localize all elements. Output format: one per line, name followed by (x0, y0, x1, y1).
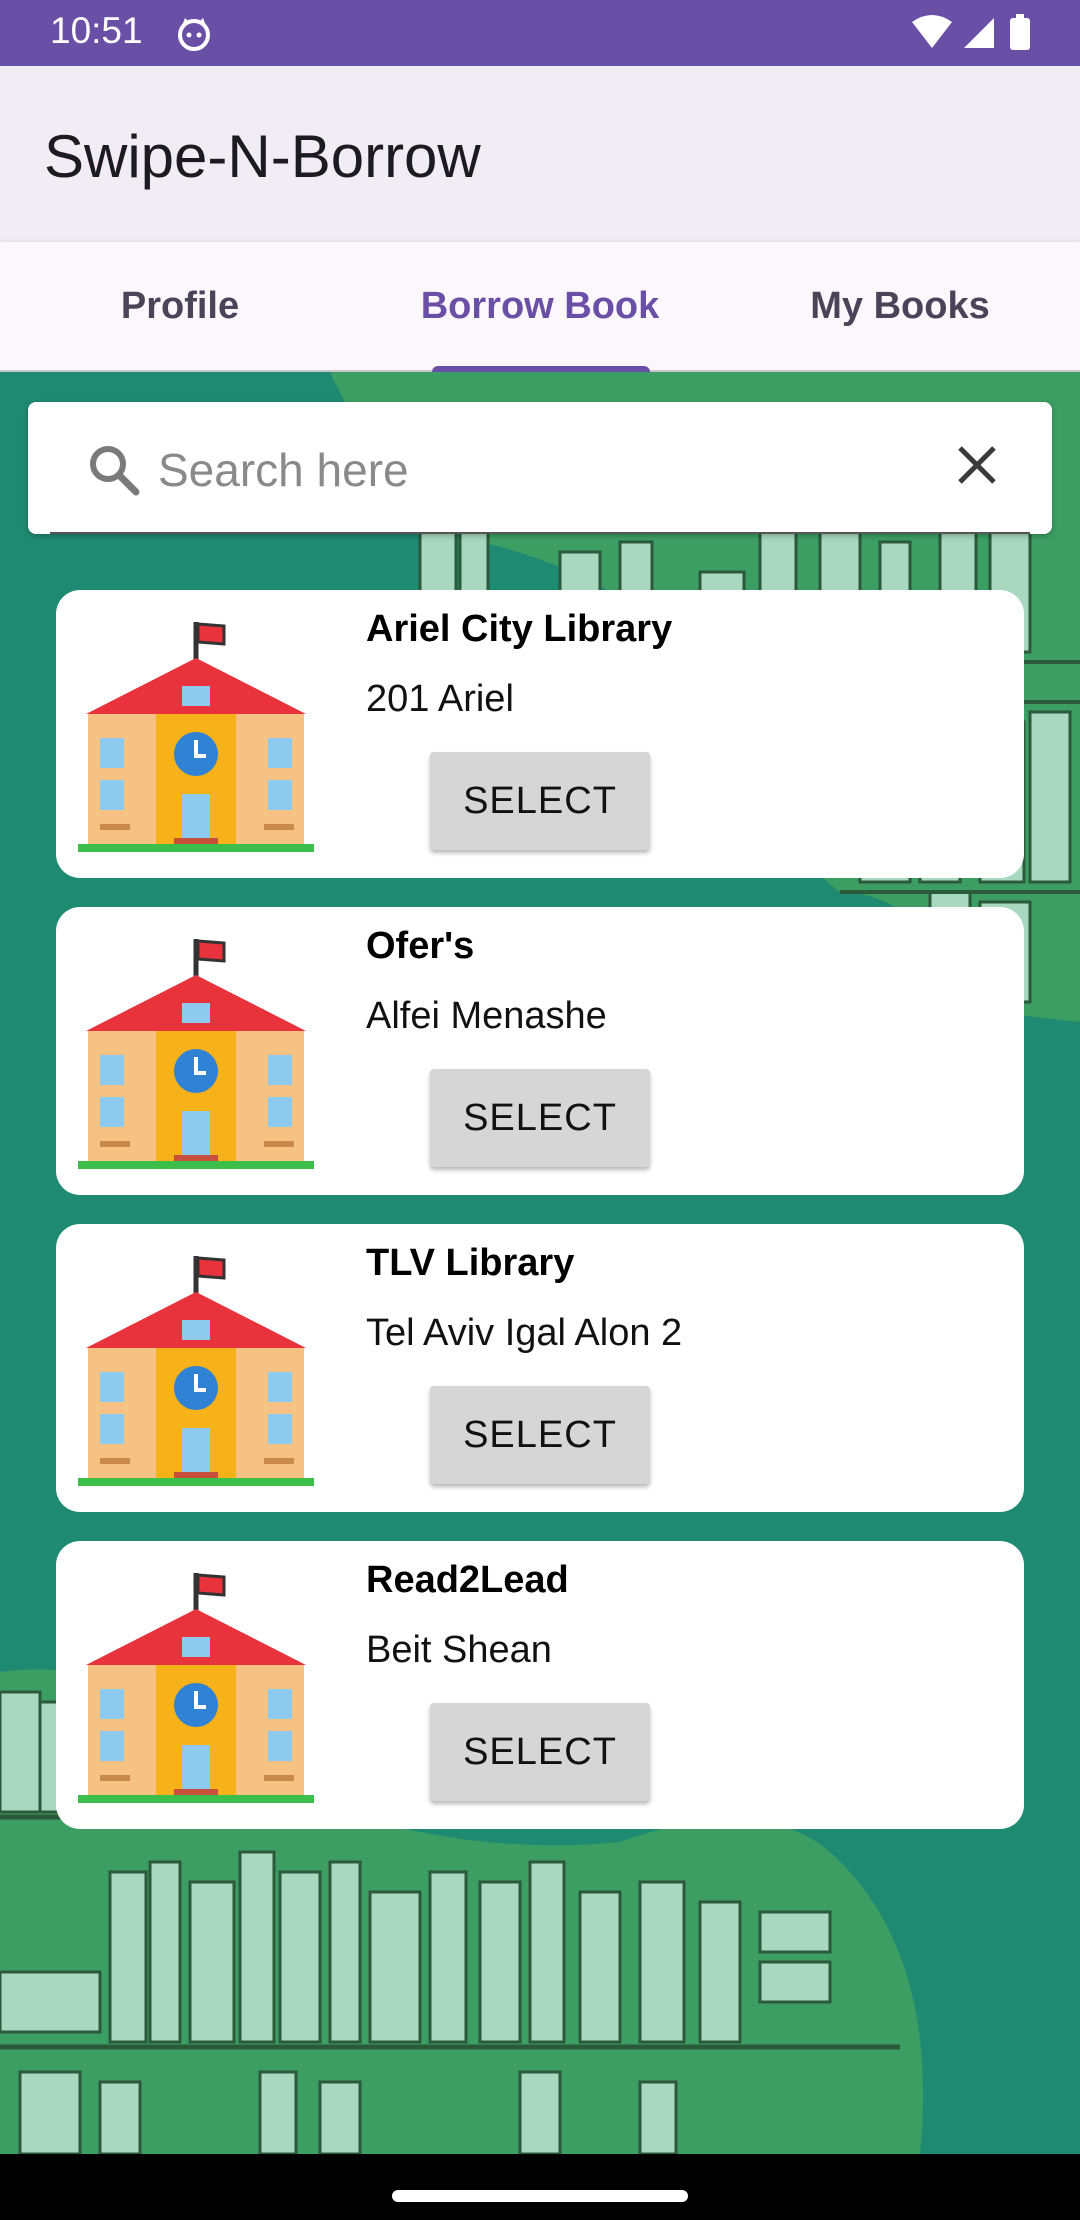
library-building-icon (78, 1565, 314, 1805)
app-bar: Swipe-N-Borrow (0, 66, 1080, 242)
library-card: TLV Library Tel Aviv Igal Alon 2 SELECT (56, 1224, 1024, 1512)
library-building-icon (78, 1248, 314, 1488)
library-card: Read2Lead Beit Shean SELECT (56, 1541, 1024, 1829)
select-button[interactable]: SELECT (430, 1703, 650, 1801)
library-address: Alfei Menashe (366, 995, 607, 1037)
tab-bar: Profile Borrow Book My Books (0, 242, 1080, 372)
library-card: Ofer's Alfei Menashe SELECT (56, 907, 1024, 1195)
search-input[interactable] (158, 430, 938, 510)
wifi-icon (912, 15, 952, 48)
select-button[interactable]: SELECT (430, 1069, 650, 1167)
notification-cat-icon (178, 18, 210, 51)
app-title: Swipe-N-Borrow (44, 123, 481, 190)
system-nav-bar (0, 2154, 1080, 2220)
tab-profile[interactable]: Profile (0, 242, 360, 370)
status-time: 10:51 (50, 10, 143, 51)
battery-icon (1010, 18, 1030, 50)
library-building-icon (78, 931, 314, 1171)
signal-icon (964, 18, 994, 48)
home-gesture-handle[interactable] (392, 2190, 688, 2202)
select-button[interactable]: SELECT (430, 752, 650, 850)
select-button[interactable]: SELECT (430, 1386, 650, 1484)
library-name: Ofer's (366, 925, 475, 967)
search-icon (90, 446, 140, 496)
search-underline (50, 532, 1030, 534)
library-name: Read2Lead (366, 1559, 569, 1601)
search-bar (28, 402, 1052, 534)
library-building-icon (78, 614, 314, 854)
tab-my-books[interactable]: My Books (720, 242, 1080, 370)
close-icon[interactable] (952, 440, 1002, 490)
library-address: Tel Aviv Igal Alon 2 (366, 1312, 683, 1354)
tab-borrow-book[interactable]: Borrow Book (360, 242, 720, 370)
library-name: TLV Library (366, 1242, 575, 1284)
library-address: 201 Ariel (366, 678, 514, 720)
library-card: Ariel City Library 201 Ariel SELECT (56, 590, 1024, 878)
status-icons (912, 14, 1030, 50)
status-bar: 10:51 (0, 0, 1080, 66)
library-address: Beit Shean (366, 1629, 552, 1671)
library-name: Ariel City Library (366, 608, 673, 650)
